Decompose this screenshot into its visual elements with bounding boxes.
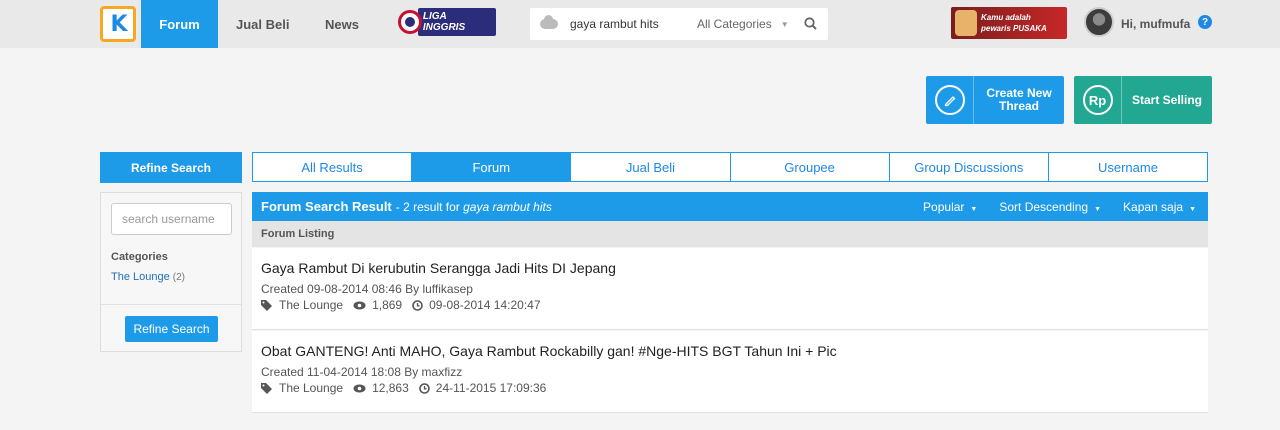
thread-last-post: 24-11-2015 17:09:36	[435, 381, 547, 395]
help-icon[interactable]: ?	[1198, 15, 1212, 29]
thread-last-post: 09-08-2014 14:20:47	[429, 298, 541, 312]
eye-icon	[353, 384, 366, 392]
thread-row: Gaya Rambut Di kerubutin Serangga Jadi H…	[252, 248, 1208, 330]
categories-heading: Categories	[111, 251, 168, 263]
username-search-input[interactable]	[111, 203, 232, 235]
caret-down-icon: ▼	[1189, 205, 1196, 213]
clock-icon	[418, 382, 430, 394]
thread-category-link[interactable]: The Lounge	[279, 381, 343, 395]
tab-all-results[interactable]: All Results	[252, 152, 413, 182]
sort-options: Popular ▼ Sort Descending ▼ Kapan saja ▼	[923, 192, 1196, 221]
search-input[interactable]	[570, 8, 690, 40]
cloud-icon	[540, 15, 558, 29]
refine-search-heading: Refine Search	[100, 152, 242, 183]
result-title: Forum Search Result	[261, 199, 392, 214]
liga-badge-icon	[398, 10, 422, 34]
tab-username[interactable]: Username	[1047, 152, 1209, 182]
pencil-icon	[934, 85, 965, 115]
thread-stats: The Lounge 12,863 24-11-2015 17:09:36	[261, 381, 556, 395]
top-navbar: K Forum Jual Beli News LIGA INGGRIS All …	[0, 0, 1280, 48]
thread-title-link[interactable]: Gaya Rambut Di kerubutin Serangga Jadi H…	[261, 260, 616, 276]
sort-order-dropdown[interactable]: Sort Descending ▼	[999, 200, 1101, 214]
nav-jual-beli[interactable]: Jual Beli	[236, 0, 289, 48]
thread-title-link[interactable]: Obat GANTENG! Anti MAHO, Gaya Rambut Roc…	[261, 343, 837, 359]
caret-down-icon: ▼	[970, 205, 978, 213]
refine-panel: Categories The Lounge (2) Refine Search	[100, 192, 242, 352]
refine-search-button[interactable]: Refine Search	[125, 316, 218, 342]
user-avatar[interactable]	[1084, 7, 1114, 37]
tab-group-discussions[interactable]: Group Discussions	[888, 152, 1049, 182]
thread-row: Obat GANTENG! Anti MAHO, Gaya Rambut Roc…	[252, 331, 1208, 413]
tab-jual-beli[interactable]: Jual Beli	[570, 152, 731, 182]
eye-icon	[353, 301, 366, 309]
caret-down-icon: ▼	[1094, 205, 1102, 213]
nav-news[interactable]: News	[325, 0, 359, 48]
search-icon[interactable]	[804, 17, 817, 30]
sort-popular-dropdown[interactable]: Popular ▼	[923, 200, 977, 214]
result-header: Forum Search Result - 2 result for gaya …	[252, 192, 1208, 221]
tab-groupee[interactable]: Groupee	[729, 152, 890, 182]
category-select[interactable]: All Categories ▼	[697, 8, 789, 40]
thread-stats: The Lounge 1,869 09-08-2014 14:20:47	[261, 298, 551, 312]
create-thread-button[interactable]: Create New Thread	[926, 76, 1064, 124]
search-box: All Categories ▼	[530, 8, 828, 40]
caret-down-icon: ▼	[780, 19, 789, 29]
tag-icon	[261, 382, 272, 394]
thread-views: 12,863	[372, 381, 409, 395]
category-item: The Lounge (2)	[111, 271, 186, 283]
forum-listing-label: Forum Listing	[252, 221, 1208, 247]
category-link-the-lounge[interactable]: The Lounge	[111, 271, 170, 283]
clock-icon	[412, 299, 423, 311]
thread-views: 1,869	[372, 298, 403, 312]
thread-created-info: Created 11-04-2014 18:08 By maxfizz	[261, 365, 463, 379]
thread-category-link[interactable]: The Lounge	[279, 298, 343, 312]
start-selling-button[interactable]: Rp Start Selling	[1074, 76, 1212, 124]
liga-inggris-link[interactable]: LIGA INGGRIS	[398, 8, 496, 36]
tab-forum[interactable]: Forum	[411, 152, 572, 182]
nav-forum[interactable]: Forum	[141, 0, 218, 48]
divider	[101, 304, 241, 305]
tag-icon	[261, 299, 272, 311]
time-range-dropdown[interactable]: Kapan saja ▼	[1123, 200, 1196, 214]
promo-character	[955, 10, 977, 36]
result-summary: - 2 result for gaya rambut hits	[395, 199, 552, 214]
result-tabs: All Results Forum Jual Beli Groupee Grou…	[252, 152, 1209, 182]
thread-created-info: Created 09-08-2014 08:46 By luffikasep	[261, 282, 473, 296]
user-greeting[interactable]: Hi, mufmufa	[1121, 17, 1190, 31]
kaskus-logo[interactable]: K	[100, 6, 136, 42]
promo-banner[interactable]: Kamu adalah pewaris PUSAKA	[951, 7, 1067, 39]
rupiah-icon: Rp	[1082, 85, 1113, 115]
